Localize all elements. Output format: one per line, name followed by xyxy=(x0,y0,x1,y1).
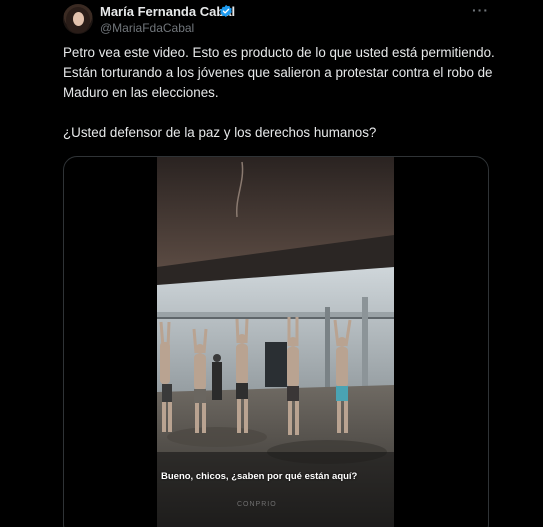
video-watermark: CONPRIO xyxy=(237,501,277,508)
more-options-icon[interactable]: ··· xyxy=(472,2,489,18)
avatar-face xyxy=(73,12,84,26)
verified-badge-icon xyxy=(220,4,232,18)
tweet-text: Petro vea este video. Esto es producto d… xyxy=(63,43,508,143)
avatar[interactable] xyxy=(63,4,93,34)
video-player[interactable]: Bueno, chicos, ¿saben por qué están aquí… xyxy=(157,157,394,527)
tweet-paragraph-2: ¿Usted defensor de la paz y los derechos… xyxy=(63,125,377,140)
media-card[interactable]: Bueno, chicos, ¿saben por qué están aquí… xyxy=(63,156,489,527)
tweet-paragraph-1: Petro vea este video. Esto es producto d… xyxy=(63,45,495,100)
video-caption: Bueno, chicos, ¿saben por qué están aquí… xyxy=(161,471,358,482)
user-handle[interactable]: @MariaFdaCabal xyxy=(100,21,194,35)
tweet-card: María Fernanda Cabal @MariaFdaCabal ··· … xyxy=(0,0,543,527)
display-name[interactable]: María Fernanda Cabal xyxy=(100,4,235,19)
